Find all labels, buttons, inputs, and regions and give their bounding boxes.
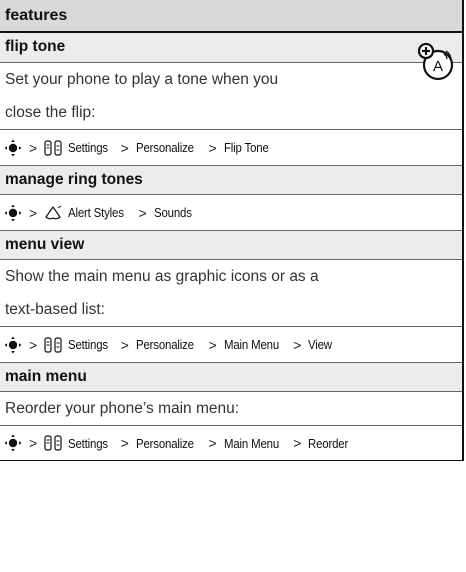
path-item: Sounds <box>153 205 192 220</box>
path-item: Personalize <box>135 337 194 352</box>
path-item: Main Menu <box>223 337 279 352</box>
path-item: Settings <box>68 140 109 155</box>
path-separator: > <box>120 435 129 451</box>
section-description: Show the main menu as graphic icons or a… <box>0 260 462 327</box>
path-separator: > <box>208 435 217 451</box>
menu-path: > Alert Styles > Sounds <box>0 195 462 230</box>
menu-path: > Settings > Personalize > Main Menu > R… <box>0 426 462 461</box>
path-item: Reorder <box>308 435 349 451</box>
path-item: Settings <box>68 435 109 451</box>
svg-text:A: A <box>433 58 443 75</box>
table-header: features <box>0 0 462 33</box>
description-line: close the flip: <box>5 104 96 121</box>
menu-path: > Settings > Personalize > Flip Tone <box>0 130 462 165</box>
section-description: Set your phone to play a tone when you c… <box>0 63 462 130</box>
path-separator: > <box>293 435 302 451</box>
path-item: Personalize <box>135 435 194 451</box>
navigation-key-icon <box>4 139 22 156</box>
navigation-key-icon <box>4 336 22 353</box>
settings-icon <box>44 336 62 353</box>
navigation-key-icon <box>4 204 22 221</box>
path-separator: > <box>29 336 38 353</box>
section-title-menu-view: menu view <box>0 230 462 260</box>
path-item: Flip Tone <box>223 140 269 155</box>
description-line: Reorder your phone’s main menu: <box>5 400 240 417</box>
alert-styles-icon <box>45 205 62 219</box>
path-item: View <box>308 337 333 352</box>
path-separator: > <box>208 139 217 156</box>
menu-path: > Settings > Personalize > Main Menu > V… <box>0 327 462 362</box>
path-item: Alert Styles <box>68 205 124 220</box>
section-title-manage-ring-tones: manage ring tones <box>0 165 462 195</box>
section-description: Reorder your phone’s main menu: <box>0 392 462 426</box>
settings-icon <box>44 139 62 156</box>
settings-icon <box>44 435 62 451</box>
path-item: Settings <box>68 337 109 352</box>
path-separator: > <box>29 139 38 156</box>
path-separator: > <box>138 204 147 221</box>
description-line: Set your phone to play a tone when you <box>5 71 279 88</box>
path-separator: > <box>120 139 129 156</box>
path-item: Personalize <box>135 140 194 155</box>
path-separator: > <box>293 336 302 353</box>
features-table: features flip tone Set your phone to pla… <box>0 0 464 461</box>
description-line: text-based list: <box>5 301 105 318</box>
section-title-flip-tone: flip tone <box>0 33 462 63</box>
path-separator: > <box>29 204 38 221</box>
path-separator: > <box>120 336 129 353</box>
optional-accessory-icon: A <box>417 42 454 81</box>
path-separator: > <box>29 435 38 451</box>
path-separator: > <box>208 336 217 353</box>
section-title-main-menu: main menu <box>0 362 462 392</box>
description-line: Show the main menu as graphic icons or a… <box>5 268 319 285</box>
navigation-key-icon <box>4 434 22 452</box>
path-item: Main Menu <box>223 435 279 451</box>
